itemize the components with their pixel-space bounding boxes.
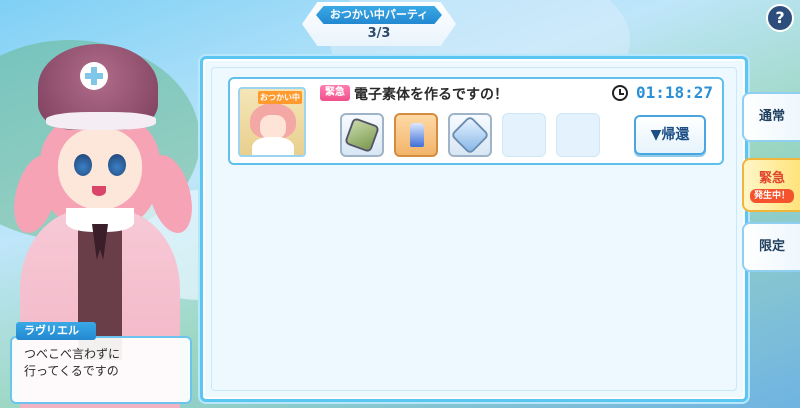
- crystal-icon: [453, 118, 487, 152]
- speaker-name: ラヴリエル: [16, 322, 96, 340]
- speech-line-1: つべこべ言わずに: [24, 347, 121, 361]
- party-header-title: おつかい中パーティ: [316, 6, 442, 24]
- on-errand-tag: おつかい中: [258, 91, 302, 104]
- item-slot-2[interactable]: [394, 113, 438, 157]
- character-hat-brim: [46, 112, 156, 130]
- character-face: [58, 128, 142, 210]
- tab-urgent-active-badge: 発生中！: [749, 189, 794, 203]
- speech-line-2: 行ってくるですの: [24, 364, 119, 378]
- party-header: おつかい中パーティ 3/3: [302, 2, 456, 46]
- speech-bubble: つべこべ言わずに 行ってくるですの: [10, 336, 192, 404]
- quest-timer: 01:18:27: [636, 83, 714, 102]
- thumbnail-face: [260, 115, 286, 139]
- party-character-thumbnail[interactable]: おつかい中: [238, 87, 306, 157]
- clock-icon: [612, 85, 628, 101]
- urgent-badge: 緊急: [320, 85, 350, 101]
- item-slot-1[interactable]: [340, 113, 384, 157]
- mineral-icon: [346, 119, 378, 151]
- thumbnail-body: [252, 137, 294, 155]
- party-count: 3/3: [367, 26, 391, 41]
- return-button[interactable]: ▼帰還: [634, 115, 706, 155]
- tab-urgent[interactable]: 緊急 発生中！: [742, 158, 800, 212]
- bottle-icon: [410, 123, 424, 147]
- quest-title: 電子素体を作るですの！: [354, 87, 508, 103]
- quest-card[interactable]: おつかい中 緊急 電子素体を作るですの！ 01:18:27 ▼帰還: [228, 77, 724, 165]
- item-slot-5: [556, 113, 600, 157]
- help-button[interactable]: ?: [766, 4, 794, 32]
- item-slot-4: [502, 113, 546, 157]
- tab-urgent-label: 緊急: [758, 171, 785, 186]
- item-slot-3[interactable]: [448, 113, 492, 157]
- character-eye-right: [108, 154, 126, 176]
- character-mouth: [92, 186, 106, 196]
- tab-limited[interactable]: 限定: [742, 222, 800, 272]
- medical-cross-icon: [80, 62, 108, 90]
- tab-normal[interactable]: 通常: [742, 92, 800, 142]
- character-eye-left: [74, 154, 92, 176]
